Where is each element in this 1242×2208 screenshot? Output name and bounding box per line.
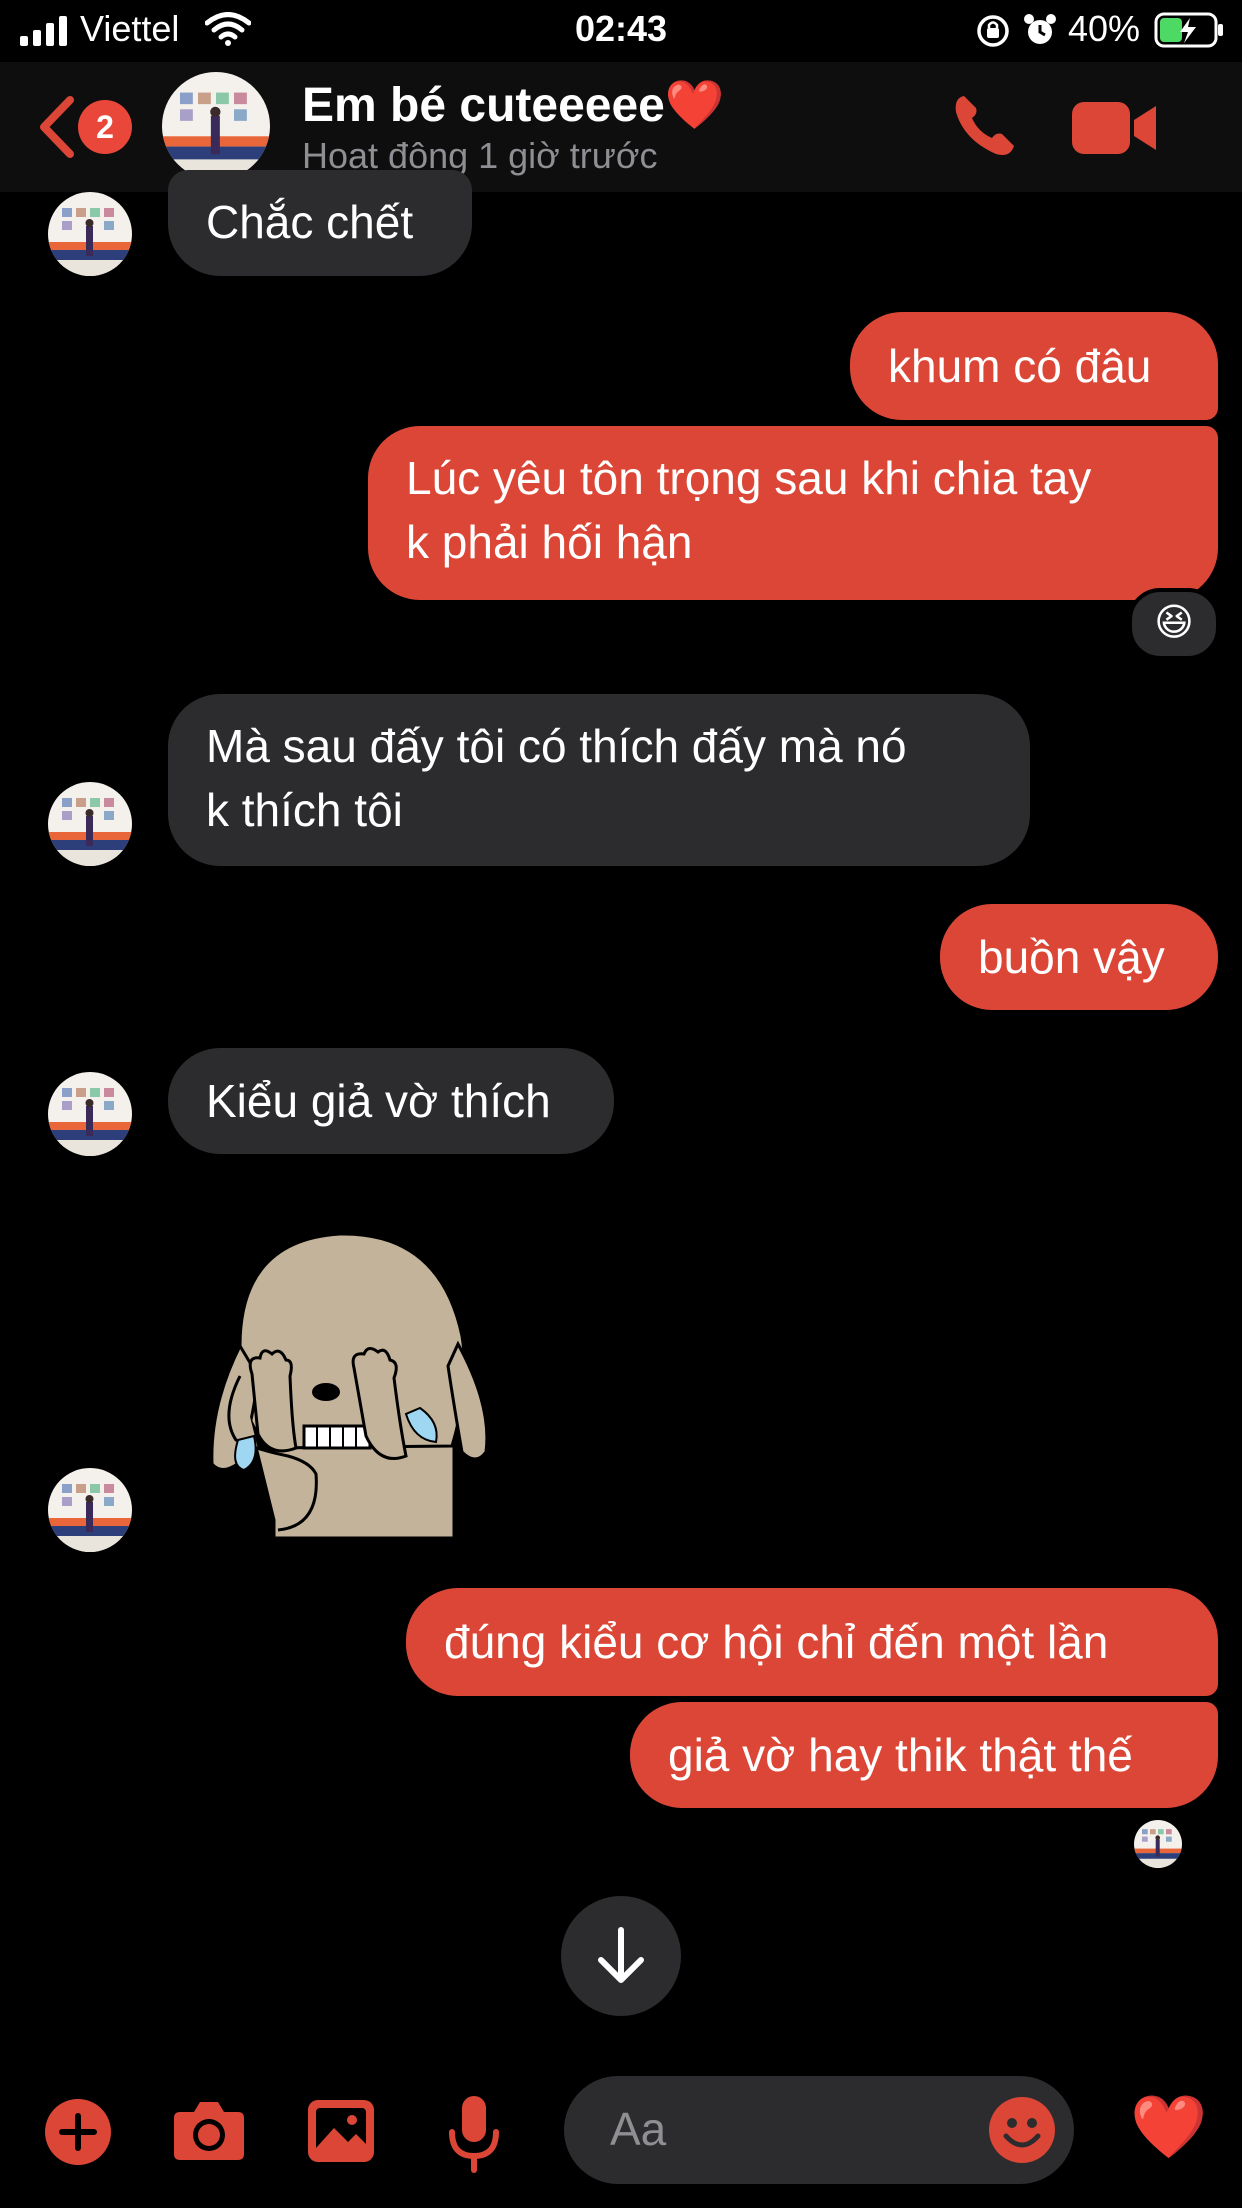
outgoing-message[interactable]: khum có đâu — [850, 312, 1218, 420]
battery-icon — [1154, 12, 1223, 48]
message-reaction[interactable]: 😆 — [1128, 588, 1220, 660]
message-text: đúng kiểu cơ hội chỉ đến một lần — [444, 1616, 1109, 1668]
incoming-message[interactable]: Mà sau đấy tôi có thích đấy mà nó k thíc… — [168, 694, 1030, 866]
message-line: k phải hối hận — [406, 516, 693, 568]
mic-icon[interactable] — [446, 2094, 502, 2174]
seen-avatar — [1134, 1820, 1182, 1868]
orientation-lock-icon — [977, 15, 1009, 47]
heart-icon[interactable]: ❤️ — [1130, 2088, 1207, 2168]
crying-dog-sticker[interactable] — [200, 1226, 496, 1540]
back-icon[interactable] — [36, 96, 76, 158]
battery-percent: 40% — [1068, 8, 1141, 49]
message-input-placeholder: Aa — [610, 2103, 667, 2155]
image-icon[interactable] — [306, 2098, 376, 2164]
message-text: Chắc chết — [206, 196, 414, 248]
arrow-down-icon — [598, 1927, 644, 1983]
outgoing-message[interactable]: buồn vậy — [940, 904, 1218, 1010]
contact-name-text: Em bé cuteeeee — [302, 79, 665, 132]
message-text: khum có đâu — [888, 340, 1152, 392]
message-line: Lúc yêu tôn trọng sau khi chia tay — [406, 452, 1092, 504]
message-input[interactable]: Aa — [564, 2076, 1074, 2184]
outgoing-message[interactable]: giả vờ hay thik thật thế — [630, 1702, 1218, 1808]
alarm-icon — [1024, 14, 1056, 44]
contact-name[interactable]: Em bé cuteeeee❤️ — [302, 76, 725, 133]
outgoing-message[interactable]: Lúc yêu tôn trọng sau khi chia tay k phả… — [368, 426, 1218, 600]
outgoing-message[interactable]: đúng kiểu cơ hội chỉ đến một lần — [406, 1588, 1218, 1696]
sender-avatar[interactable] — [48, 192, 132, 276]
phone-icon[interactable] — [950, 92, 1018, 160]
message-text: Kiểu giả vờ thích — [206, 1075, 551, 1127]
heart-emoji: ❤️ — [664, 79, 725, 132]
unread-count-badge[interactable]: 2 — [78, 100, 132, 154]
plus-icon[interactable] — [44, 2098, 112, 2166]
camera-icon[interactable] — [172, 2098, 246, 2162]
contact-avatar[interactable] — [162, 72, 270, 180]
message-line: Mà sau đấy tôi có thích đấy mà nó — [206, 720, 907, 772]
incoming-message[interactable]: Kiểu giả vờ thích — [168, 1048, 614, 1154]
sender-avatar[interactable] — [48, 1468, 132, 1552]
message-text: giả vờ hay thik thật thế — [668, 1729, 1133, 1781]
sender-avatar[interactable] — [48, 1072, 132, 1156]
incoming-message[interactable]: Chắc chết — [168, 170, 472, 276]
sender-avatar[interactable] — [48, 782, 132, 866]
message-text: buồn vậy — [978, 931, 1165, 983]
message-line: k thích tôi — [206, 784, 403, 836]
video-icon[interactable] — [1072, 100, 1158, 156]
smiley-icon[interactable] — [988, 2096, 1056, 2164]
status-bar: Viettel 02:43 40% — [0, 0, 1242, 62]
scroll-to-bottom-button[interactable] — [561, 1896, 681, 2016]
